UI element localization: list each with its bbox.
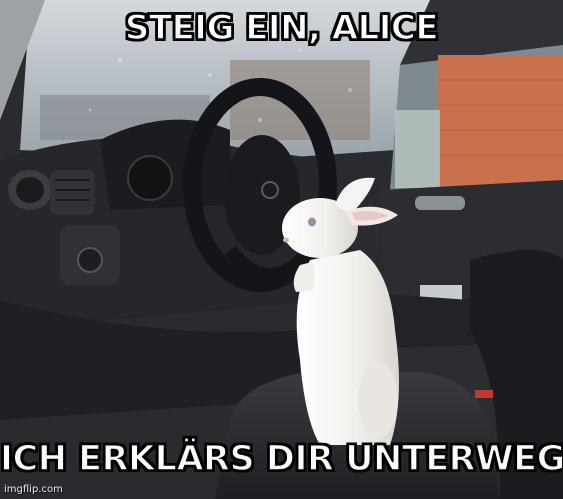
brick-wall	[438, 55, 563, 185]
door-handle	[415, 196, 465, 210]
bottom-caption: ICH ERKLÄRS DIR UNTERWEGS	[0, 438, 563, 480]
top-caption: STEIG EIN, ALICE	[124, 7, 439, 49]
meme-image: STEIG EIN, ALICE ICH ERKLÄRS DIR UNTERWE…	[0, 0, 563, 499]
rabbit-nose	[283, 237, 289, 243]
gauge	[127, 155, 173, 201]
center-vent	[50, 170, 95, 215]
light-switch-knob	[77, 247, 103, 273]
imgflip-watermark: imgflip.com	[4, 484, 63, 495]
rabbit-eye	[308, 217, 316, 227]
car-interior-photo	[0, 0, 563, 499]
seat-tag	[475, 390, 493, 398]
side-window	[390, 45, 563, 190]
